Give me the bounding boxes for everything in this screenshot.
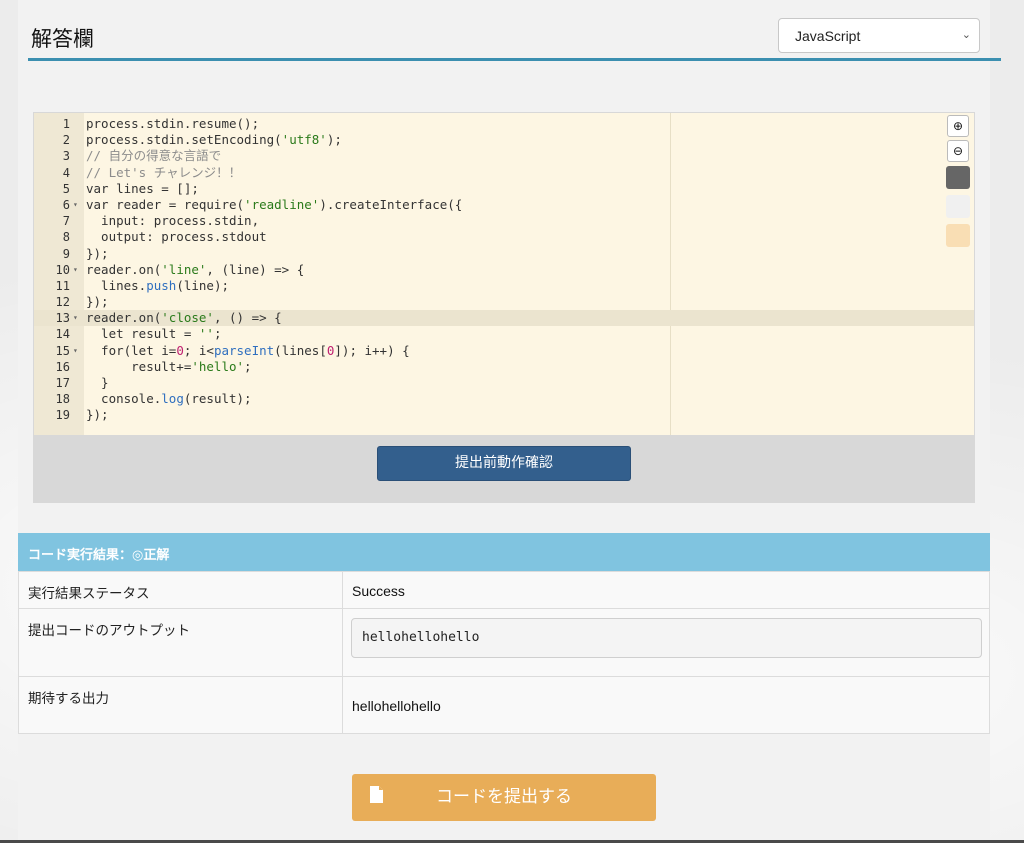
code-text: // Let's チャレンジ！！: [86, 164, 242, 180]
line-number: 15: [55, 343, 70, 358]
line-number: 4: [62, 165, 70, 180]
code-line[interactable]: 6 ▾ var reader = require('readline').creat…: [34, 197, 974, 213]
code-text: for(let i=0; i<parseInt(lines[0]); i++) …: [86, 342, 410, 358]
line-number: 14: [55, 327, 70, 342]
zoom-in-icon[interactable]: ⊕: [947, 115, 969, 137]
theme-swatch-light[interactable]: [946, 195, 970, 218]
code-line[interactable]: 19});: [34, 407, 974, 423]
code-line[interactable]: 10 ▾ reader.on('line', (line) => {: [34, 262, 974, 278]
line-number: 12: [55, 295, 70, 310]
answer-panel: 解答欄 JavaScript ⌄ 1 process.stdin.resume()…: [18, 0, 1001, 843]
code-line[interactable]: 13 ▾ reader.on('close', () => {: [34, 310, 974, 327]
line-number: 16: [55, 359, 70, 374]
code-line[interactable]: 9});: [34, 246, 974, 262]
line-number: 17: [55, 376, 70, 390]
code-text: reader.on('close', () => {: [86, 310, 282, 326]
line-number: 7: [62, 214, 70, 229]
answer-header: 解答欄 JavaScript ⌄: [28, 0, 1001, 61]
table-row: 提出コードのアウトプット hellohellohello: [19, 609, 989, 677]
code-line[interactable]: 2 process.stdin.setEncoding('utf8');: [34, 132, 974, 148]
code-line[interactable]: 5 var lines = [];: [34, 181, 974, 197]
submit-button-label: コードを提出する: [436, 787, 572, 807]
line-number: 19: [55, 408, 70, 423]
code-text: });: [86, 245, 109, 261]
code-text: result+='hello';: [86, 358, 252, 374]
line-number: 10: [55, 262, 70, 277]
code-line[interactable]: 16 result+='hello';: [34, 359, 974, 375]
code-line[interactable]: 8 output: process.stdout: [34, 229, 974, 245]
row-label: 提出コードのアウトプット: [19, 609, 343, 676]
zoom-out-icon[interactable]: ⊖: [947, 140, 969, 162]
line-number: 5: [62, 181, 70, 196]
row-label: 期待する出力: [19, 677, 343, 734]
table-row: 期待する出力 hellohellohello: [19, 677, 989, 734]
code-line[interactable]: 7 input: process.stdin,: [34, 213, 974, 229]
code-text: });: [86, 294, 109, 310]
result-heading: コード実行結果：◎正解: [18, 533, 990, 571]
code-line[interactable]: 11 lines.push(line);: [34, 278, 974, 294]
output-box[interactable]: hellohellohello: [351, 618, 982, 658]
submit-code-button[interactable]: コードを提出する: [352, 774, 656, 821]
chevron-down-icon: ⌄: [961, 29, 971, 41]
line-number: 11: [55, 278, 70, 293]
expected-output-value: hellohellohello: [352, 698, 441, 714]
line-number: 9: [62, 246, 70, 261]
fold-arrow-icon[interactable]: ▾: [73, 262, 78, 278]
code-line[interactable]: 1 process.stdin.resume();: [34, 116, 974, 132]
code-text: var reader = require('readline').createI…: [86, 196, 463, 212]
code-text: process.stdin.setEncoding('utf8');: [86, 132, 342, 148]
code-line[interactable]: 4 // Let's チャレンジ！！: [34, 165, 974, 181]
line-number: 2: [62, 133, 70, 148]
theme-swatch-solarized[interactable]: [946, 224, 970, 247]
code-text: var lines = [];: [86, 180, 199, 196]
language-select[interactable]: JavaScript ⌄: [778, 18, 980, 53]
row-label: 実行結果ステータス: [19, 572, 343, 608]
language-select-value: JavaScript: [795, 28, 861, 44]
code-text: process.stdin.resume();: [86, 116, 260, 131]
code-text: lines.push(line);: [86, 277, 230, 293]
code-editor-area: 1 process.stdin.resume(); 2 process.stdin.s…: [33, 112, 975, 503]
line-number: 1: [62, 117, 70, 131]
code-text: input: process.stdin,: [86, 213, 260, 229]
code-text: // 自分の得意な言語で: [86, 148, 222, 164]
table-row: 実行結果ステータス Success: [19, 572, 989, 609]
code-line[interactable]: 17 }: [34, 375, 974, 391]
status-value: Success: [352, 583, 405, 599]
code-line[interactable]: 3 // 自分の得意な言語で: [34, 148, 974, 164]
code-text: }: [86, 375, 109, 390]
pre-submit-check-button[interactable]: 提出前動作確認: [377, 446, 631, 481]
code-line[interactable]: 18 console.log(result);: [34, 391, 974, 407]
code-line[interactable]: 12});: [34, 294, 974, 310]
fold-arrow-icon[interactable]: ▾: [73, 343, 78, 359]
line-number: 13: [55, 311, 70, 326]
code-editor[interactable]: 1 process.stdin.resume(); 2 process.stdin.s…: [34, 113, 974, 435]
line-number: 8: [62, 230, 70, 245]
line-number: 18: [55, 392, 70, 407]
code-line[interactable]: 14 let result = '';: [34, 326, 974, 342]
code-text: let result = '';: [86, 326, 222, 342]
line-number: 6: [62, 197, 70, 212]
fold-arrow-icon[interactable]: ▾: [73, 197, 78, 213]
code-lines[interactable]: 1 process.stdin.resume(); 2 process.stdin.s…: [34, 116, 974, 424]
document-icon: [370, 786, 383, 803]
fold-arrow-icon[interactable]: ▾: [73, 310, 78, 326]
code-text: console.log(result);: [86, 391, 252, 407]
result-table: 実行結果ステータス Success 提出コードのアウトプット hellohell…: [18, 571, 990, 734]
page-title: 解答欄: [31, 27, 94, 51]
code-line[interactable]: 15 ▾ for(let i=0; i<parseInt(lines[0]); i…: [34, 343, 974, 359]
line-number: 3: [62, 149, 70, 164]
code-text: });: [86, 407, 109, 423]
code-text: reader.on('line', (line) => {: [86, 261, 305, 277]
theme-swatch-dark[interactable]: [946, 166, 970, 189]
code-text: output: process.stdout: [86, 229, 267, 245]
